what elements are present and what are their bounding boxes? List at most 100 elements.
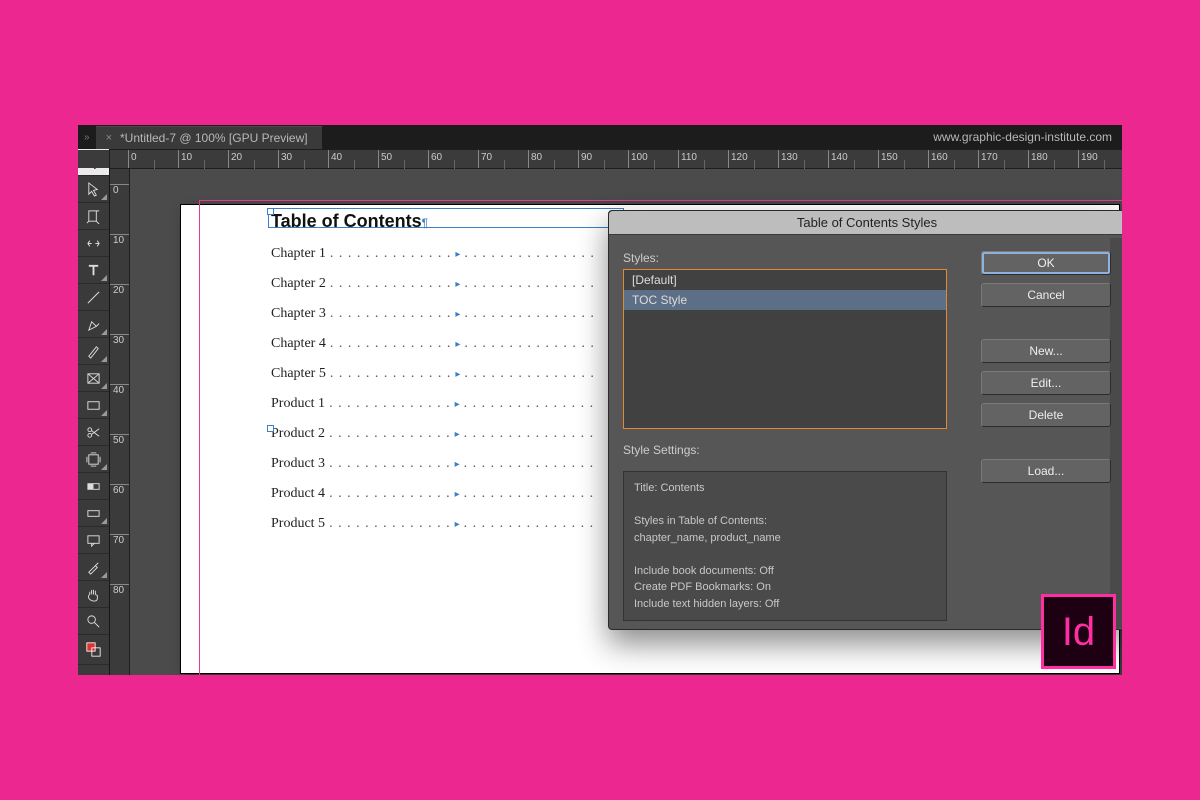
- frame-handle[interactable]: [267, 425, 274, 432]
- toc-entry[interactable]: Product 3 . . . . . . . . . . . . . . ▸ . …: [271, 456, 621, 472]
- tab-mark-icon: ▸: [455, 399, 460, 410]
- horizontal-ruler[interactable]: 0102030405060708090100110120130140150160…: [110, 149, 1122, 169]
- toc-entry[interactable]: Chapter 3 . . . . . . . . . . . . . .▸. …: [271, 306, 621, 322]
- ruler-tick: 110: [678, 150, 728, 168]
- toc-entry[interactable]: Product 5 . . . . . . . . . . . . . .▸. …: [271, 516, 621, 532]
- dialog-title: Table of Contents Styles: [797, 215, 937, 230]
- tab-mark-icon: ▸: [455, 369, 460, 380]
- hand-tool[interactable]: [78, 581, 109, 608]
- ruler-tick: 70: [478, 150, 528, 168]
- toc-entry[interactable]: Chapter 5 . . . . . . . . . . . . . .▸. …: [271, 366, 621, 382]
- gradient-feather-tool[interactable]: [78, 500, 109, 527]
- rectangle-frame-tool[interactable]: [78, 365, 109, 392]
- ruler-tick: 140: [828, 150, 878, 168]
- gradient-swatch-tool[interactable]: [78, 473, 109, 500]
- free-transform-tool[interactable]: [78, 446, 109, 473]
- ruler-tick: 0: [128, 150, 178, 168]
- ruler-tick: 120: [728, 150, 778, 168]
- ruler-tick: 160: [928, 150, 978, 168]
- toc-leader: . . . . . . . . . . . . . .: [330, 276, 452, 292]
- toc-leader: . . . . . . . . . . . . . . .: [464, 396, 595, 412]
- style-setting-line: [634, 546, 936, 563]
- eyedropper-tool[interactable]: [78, 554, 109, 581]
- styles-listbox[interactable]: [Default]TOC Style: [623, 269, 947, 429]
- style-setting-line: Styles in Table of Contents:: [634, 513, 936, 530]
- tab-overflow-icon[interactable]: »: [78, 132, 96, 143]
- ruler-tick: 60: [110, 484, 129, 496]
- scrollbar[interactable]: [931, 473, 945, 619]
- toc-entry-label: Chapter 1: [271, 246, 326, 262]
- style-setting-line: [634, 497, 936, 514]
- toc-entry[interactable]: Chapter 4 . . . . . . . . . . . . . .▸. …: [271, 336, 621, 352]
- toc-styles-dialog[interactable]: Table of Contents Styles Styles: [Defaul…: [608, 210, 1122, 630]
- toc-leader: . . . . . . . . . . . . . . .: [464, 456, 595, 472]
- toc-entry-label: Chapter 4: [271, 336, 326, 352]
- toc-leader: . . . . . . . . . . . . . .: [329, 396, 451, 412]
- watermark-url: www.graphic-design-institute.com: [933, 130, 1112, 144]
- ruler-tick: 30: [110, 334, 129, 346]
- toc-leader: . . . . . . . . . . . . . .: [330, 246, 452, 262]
- ok-button[interactable]: OK: [981, 251, 1111, 275]
- type-tool[interactable]: [78, 257, 109, 284]
- toc-entry-label: Product 3: [271, 456, 325, 472]
- load-button[interactable]: Load...: [981, 459, 1111, 483]
- toc-entry-label: Product 4: [271, 486, 325, 502]
- close-tab-icon[interactable]: ×: [106, 132, 112, 144]
- toc-entry-label: Chapter 3: [271, 306, 326, 322]
- toc-leader: . . . . . . . . . . . . . . .: [464, 486, 595, 502]
- gap-tool[interactable]: [78, 230, 109, 257]
- tab-mark-icon: ▸: [455, 519, 460, 530]
- ruler-tick: 10: [110, 234, 129, 246]
- document-tab[interactable]: × *Untitled-7 @ 100% [GPU Preview]: [96, 126, 322, 149]
- pen-tool[interactable]: [78, 311, 109, 338]
- tab-mark-icon: ▸: [455, 459, 460, 470]
- toc-leader: . . . . . . . . . . . . . . .: [464, 366, 595, 382]
- scissors-tool[interactable]: [78, 419, 109, 446]
- toc-entry[interactable]: Product 4 . . . . . . . . . . . . . .▸. …: [271, 486, 621, 502]
- zoom-tool[interactable]: [78, 608, 109, 635]
- fill-stroke-tool[interactable]: [78, 635, 109, 665]
- toc-leader: . . . . . . . . . . . . . . .: [464, 276, 595, 292]
- dialog-titlebar[interactable]: Table of Contents Styles: [609, 211, 1122, 235]
- pencil-tool[interactable]: [78, 338, 109, 365]
- page-tool[interactable]: [78, 203, 109, 230]
- style-setting-line: Create PDF Bookmarks: On: [634, 579, 936, 596]
- line-tool[interactable]: [78, 284, 109, 311]
- toc-text-frame[interactable]: Table of Contents¶ Chapter 1 . . . . . .…: [271, 211, 621, 546]
- edit-button[interactable]: Edit...: [981, 371, 1111, 395]
- styles-list-item[interactable]: TOC Style: [624, 290, 946, 310]
- ruler-tick: 70: [110, 534, 129, 546]
- ruler-tick: 80: [110, 584, 129, 596]
- cancel-button[interactable]: Cancel: [981, 283, 1111, 307]
- tab-mark-icon: ▸: [455, 249, 460, 260]
- toc-leader: . . . . . . . . . . . . . .: [329, 456, 451, 472]
- toc-entry[interactable]: Chapter 1 . . . . . . . . . . . . . .▸ . …: [271, 246, 621, 262]
- new-button[interactable]: New...: [981, 339, 1111, 363]
- direct-selection-tool[interactable]: [78, 176, 109, 203]
- tab-mark-icon: ▸: [455, 429, 460, 440]
- rectangle-tool[interactable]: [78, 392, 109, 419]
- toc-leader: . . . . . . . . . . . . . .: [330, 336, 452, 352]
- toc-leader: . . . . . . . . . . . . . .: [330, 366, 452, 382]
- toc-entry[interactable]: Product 1 . . . . . . . . . . . . . .▸. …: [271, 396, 621, 412]
- ruler-tick: 180: [1028, 150, 1078, 168]
- toc-leader: . . . . . . . . . . . . . . .: [464, 426, 595, 442]
- note-tool[interactable]: [78, 527, 109, 554]
- styles-list-item[interactable]: [Default]: [624, 270, 946, 290]
- ruler-tick: 40: [328, 150, 378, 168]
- delete-button[interactable]: Delete: [981, 403, 1111, 427]
- ruler-tick: 30: [278, 150, 328, 168]
- ruler-origin[interactable]: [78, 150, 110, 168]
- toc-entry[interactable]: Chapter 2 . . . . . . . . . . . . . .▸. …: [271, 276, 621, 292]
- toc-leader: . . . . . . . . . . . . . . .: [464, 516, 595, 532]
- ruler-tick: 80: [528, 150, 578, 168]
- ruler-tick: 60: [428, 150, 478, 168]
- style-setting-line: Include book documents: Off: [634, 563, 936, 580]
- ruler-tick: 40: [110, 384, 129, 396]
- toc-leader: . . . . . . . . . . . . . . .: [464, 246, 595, 262]
- toc-entry[interactable]: Product 2 . . . . . . . . . . . . . .▸. …: [271, 426, 621, 442]
- ruler-tick: 50: [110, 434, 129, 446]
- ruler-tick: 150: [878, 150, 928, 168]
- frame-handle[interactable]: [267, 208, 274, 215]
- vertical-ruler[interactable]: 01020304050607080: [110, 169, 130, 675]
